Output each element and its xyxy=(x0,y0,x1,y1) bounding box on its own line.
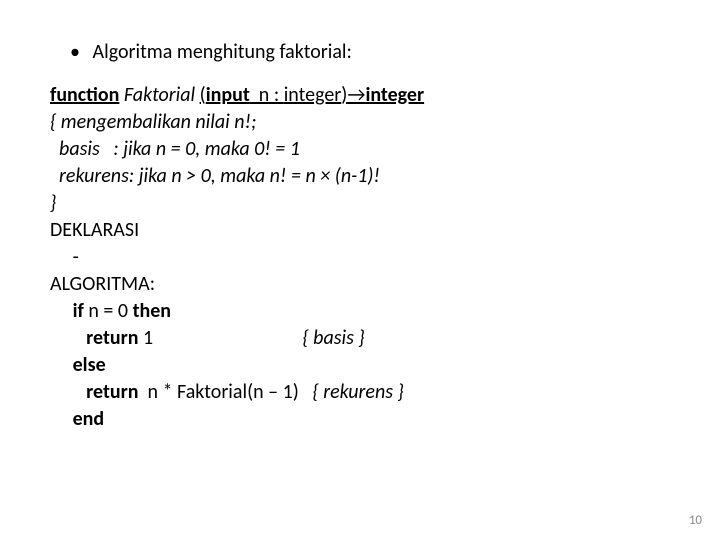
kw-if: if xyxy=(73,299,84,323)
comment-3a: rekurens: jika n > 0, maka n! = n xyxy=(50,164,320,188)
kw-then: then xyxy=(133,299,171,323)
indent xyxy=(50,407,73,431)
deklarasi-dash: - xyxy=(50,244,670,271)
comment-3b: (n-1)! xyxy=(330,164,380,188)
signature-line: function Faktorial (input n : integer)→i… xyxy=(50,82,670,109)
indent xyxy=(50,353,73,377)
ret-val: 1 xyxy=(139,326,303,350)
type-int1: integer xyxy=(284,83,342,107)
comment-3: rekurens: jika n > 0, maka n! = n × (n-1… xyxy=(50,163,670,190)
times-icon: × xyxy=(320,164,330,188)
page-number: 10 xyxy=(689,513,702,528)
kw-return: return xyxy=(86,380,138,404)
kw-end: end xyxy=(73,407,105,431)
line-return-2: return n * Faktorial(n – 1) { rekurens } xyxy=(50,379,670,406)
kw-input: input xyxy=(206,83,250,107)
code-block: function Faktorial (input n : integer)→i… xyxy=(50,82,670,433)
func-name: Faktorial xyxy=(119,83,199,107)
bullet-text: Algoritma menghitung faktorial: xyxy=(93,40,352,64)
deklarasi-label: DEKLARASI xyxy=(50,217,670,244)
algoritma-label: ALGORITMA: xyxy=(50,271,670,298)
indent xyxy=(50,326,86,350)
kw-return: return xyxy=(86,326,138,350)
comment-rekurens: { rekurens } xyxy=(312,380,403,404)
comment-2: basis : jika n = 0, maka 0! = 1 xyxy=(50,136,670,163)
line-if: if n = 0 then xyxy=(50,298,670,325)
kw-else: else xyxy=(73,353,106,377)
comment-basis: { basis } xyxy=(302,326,364,350)
cond: n = 0 xyxy=(84,299,133,323)
comment-1: { mengembalikan nilai n!; xyxy=(50,109,670,136)
line-else: else xyxy=(50,352,670,379)
bullet-dot-icon: • xyxy=(70,40,88,64)
comment-4: } xyxy=(50,190,670,217)
line-end: end xyxy=(50,406,670,433)
param-mid: n : xyxy=(250,83,284,107)
ret-expr: n * Faktorial(n – 1) xyxy=(139,380,313,404)
type-int2: integer xyxy=(365,83,424,107)
line-return-1: return 1 { basis } xyxy=(50,325,670,352)
slide-bullet: • Algoritma menghitung faktorial: xyxy=(70,40,670,64)
indent xyxy=(50,299,73,323)
kw-function: function xyxy=(50,83,119,107)
arrow-icon: → xyxy=(347,83,365,107)
indent xyxy=(50,380,86,404)
